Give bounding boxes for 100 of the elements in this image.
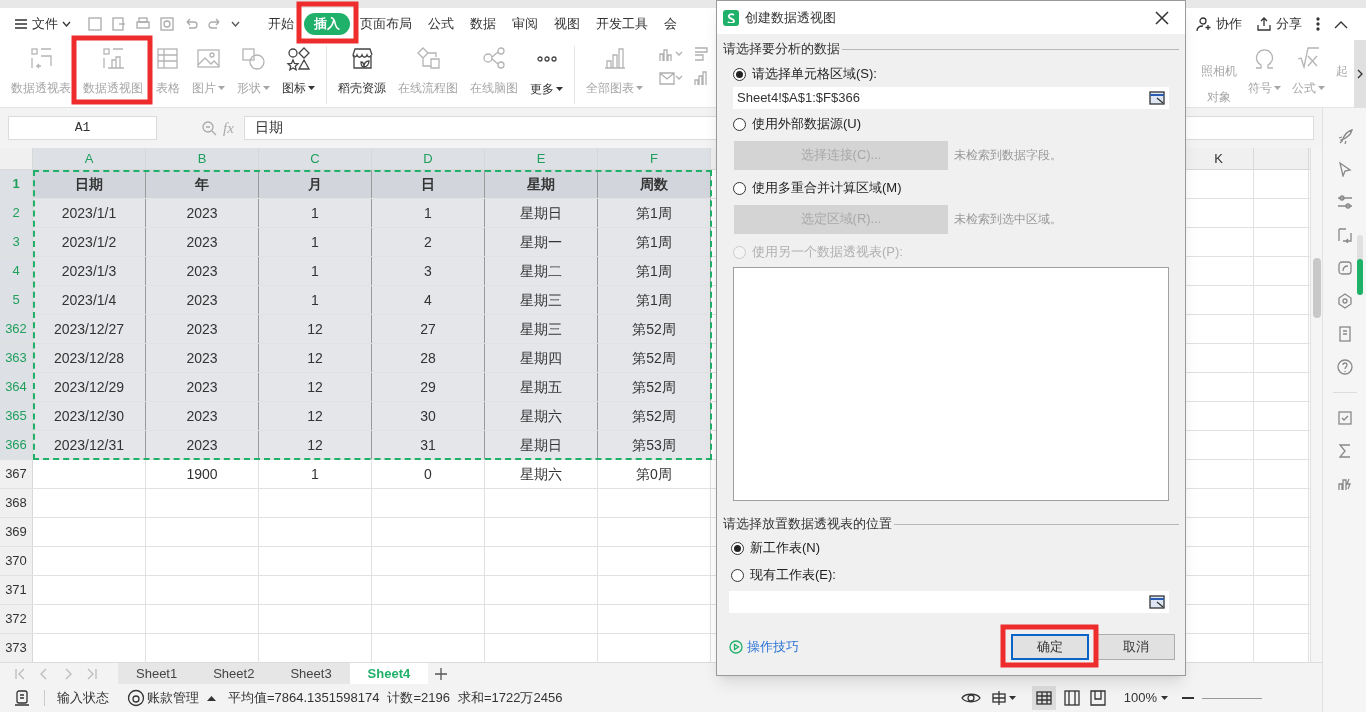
range-field[interactable]: Sheet4!$A$1:$F$366 <box>733 87 1169 109</box>
radio-button[interactable] <box>733 67 746 81</box>
ribbon-button[interactable]: 稻壳资源 <box>333 46 391 97</box>
collab-button[interactable]: 协作 <box>1196 14 1242 34</box>
row-header[interactable]: 364 <box>0 373 33 401</box>
menu-tab[interactable]: 公式 <box>422 13 460 35</box>
range-picker-icon[interactable] <box>1149 595 1165 609</box>
row-header[interactable]: 369 <box>0 518 33 546</box>
radio-button[interactable] <box>731 541 744 555</box>
table-cell: 1 <box>259 199 372 227</box>
page-break-icon[interactable] <box>1089 690 1106 706</box>
column-header[interactable]: B <box>146 148 259 169</box>
pivot-icon[interactable] <box>1336 227 1353 243</box>
row-header[interactable]: 363 <box>0 344 33 372</box>
caret-icon[interactable] <box>1008 695 1016 701</box>
macro-icon[interactable] <box>14 689 32 707</box>
preview-icon[interactable] <box>159 16 175 32</box>
radio-label: 请选择单元格区域(S): <box>752 65 877 84</box>
hint-text: 未检索到数据字段。 <box>954 147 1062 164</box>
menu-icon[interactable] <box>14 18 28 30</box>
table-cell: 星期 <box>485 170 598 198</box>
row-header[interactable]: 2 <box>0 199 33 227</box>
document-icon[interactable] <box>1336 326 1353 342</box>
scroll-right-icon[interactable] <box>1357 69 1363 79</box>
row-header[interactable]: 3 <box>0 228 33 256</box>
radio-button[interactable] <box>733 117 746 131</box>
zoom-out-icon[interactable] <box>1182 696 1194 700</box>
column-header[interactable]: D <box>372 148 485 169</box>
row-header[interactable]: 368 <box>0 489 33 517</box>
cancel-button[interactable]: 取消 <box>1097 634 1175 660</box>
column-header[interactable]: E <box>485 148 598 169</box>
row-header[interactable]: 370 <box>0 547 33 575</box>
help-icon[interactable] <box>1336 359 1353 375</box>
eye-icon[interactable] <box>960 691 981 705</box>
pointer-icon[interactable] <box>1336 161 1353 177</box>
save-icon[interactable] <box>87 16 103 32</box>
export-icon[interactable] <box>111 16 127 32</box>
radio-button[interactable] <box>731 568 744 582</box>
collapse-icon[interactable] <box>1334 19 1348 29</box>
range-picker-icon[interactable] <box>1149 91 1165 105</box>
close-icon[interactable] <box>1155 10 1169 25</box>
add-sheet-icon[interactable] <box>434 666 449 681</box>
caret-icon[interactable] <box>231 21 240 27</box>
zoom-dropdown[interactable]: 100% <box>1123 688 1168 708</box>
sliders-icon[interactable] <box>1336 194 1353 210</box>
last-sheet-icon[interactable] <box>86 667 98 680</box>
ledger-button[interactable]: 账款管理 <box>127 688 216 708</box>
tips-link[interactable]: 操作技巧 <box>729 637 799 657</box>
menu-tab[interactable]: 数据 <box>464 13 502 35</box>
row-header[interactable]: 373 <box>0 634 33 662</box>
crosshair-icon[interactable] <box>990 690 1007 706</box>
file-menu[interactable]: 文件 <box>14 14 71 34</box>
sheet-tab[interactable]: Sheet2 <box>195 662 273 685</box>
normal-view-button[interactable] <box>1031 686 1056 710</box>
row-header[interactable]: 366 <box>0 431 33 459</box>
sigma-icon[interactable] <box>1336 443 1353 459</box>
more-icon[interactable] <box>1316 16 1320 32</box>
menu-tab[interactable]: 插入 <box>304 13 350 35</box>
chart-bolt-icon[interactable] <box>1336 476 1353 492</box>
table-cell: 第52周 <box>598 373 711 401</box>
menu-tab[interactable]: 视图 <box>548 13 586 35</box>
first-sheet-icon[interactable] <box>14 667 26 680</box>
scrollbar-thumb[interactable] <box>1313 258 1321 318</box>
row-header[interactable]: 4 <box>0 257 33 285</box>
menu-tab[interactable]: 开始 <box>262 13 300 35</box>
range-field[interactable] <box>729 591 1169 613</box>
ribbon-button[interactable]: 图标 <box>277 46 320 97</box>
checklist-icon[interactable] <box>1336 410 1353 426</box>
menu-tab[interactable]: 开发工具 <box>590 13 654 35</box>
brush-icon[interactable] <box>1336 260 1353 276</box>
bar-chart-icon[interactable] <box>694 46 708 62</box>
menu-tab[interactable]: 审阅 <box>506 13 544 35</box>
column-header[interactable]: A <box>33 148 146 169</box>
column-header[interactable]: C <box>259 148 372 169</box>
sheet-tab[interactable]: Sheet1 <box>118 662 196 685</box>
row-header[interactable]: 5 <box>0 286 33 314</box>
row-header[interactable]: 365 <box>0 402 33 430</box>
name-box[interactable]: A1 <box>8 116 157 140</box>
sheet-tab[interactable]: Sheet3 <box>272 662 350 685</box>
caret-icon[interactable] <box>62 21 71 27</box>
rocket-icon[interactable] <box>1336 128 1353 144</box>
share-button[interactable]: 分享 <box>1256 14 1302 34</box>
row-header[interactable]: 372 <box>0 605 33 633</box>
hexagon-icon[interactable] <box>1336 293 1353 309</box>
ok-button[interactable]: 确定 <box>1011 634 1089 660</box>
column-chart-icon[interactable] <box>694 70 708 86</box>
menu-tab[interactable]: 页面布局 <box>354 13 418 35</box>
page-layout-icon[interactable] <box>1063 690 1080 706</box>
radio-button[interactable] <box>733 181 746 195</box>
column-header[interactable]: F <box>598 148 711 169</box>
sheet-tab[interactable]: Sheet4 <box>349 662 429 685</box>
table-icon <box>155 46 180 71</box>
print-icon[interactable] <box>135 16 151 32</box>
ribbon-button[interactable]: 更多 <box>525 46 568 98</box>
row-header[interactable]: 362 <box>0 315 33 343</box>
row-header[interactable]: 371 <box>0 576 33 604</box>
menu-tab[interactable]: 会 <box>658 13 683 35</box>
table-cell: 1 <box>372 199 485 227</box>
row-header[interactable]: 1 <box>0 170 33 198</box>
row-header[interactable]: 367 <box>0 460 33 488</box>
